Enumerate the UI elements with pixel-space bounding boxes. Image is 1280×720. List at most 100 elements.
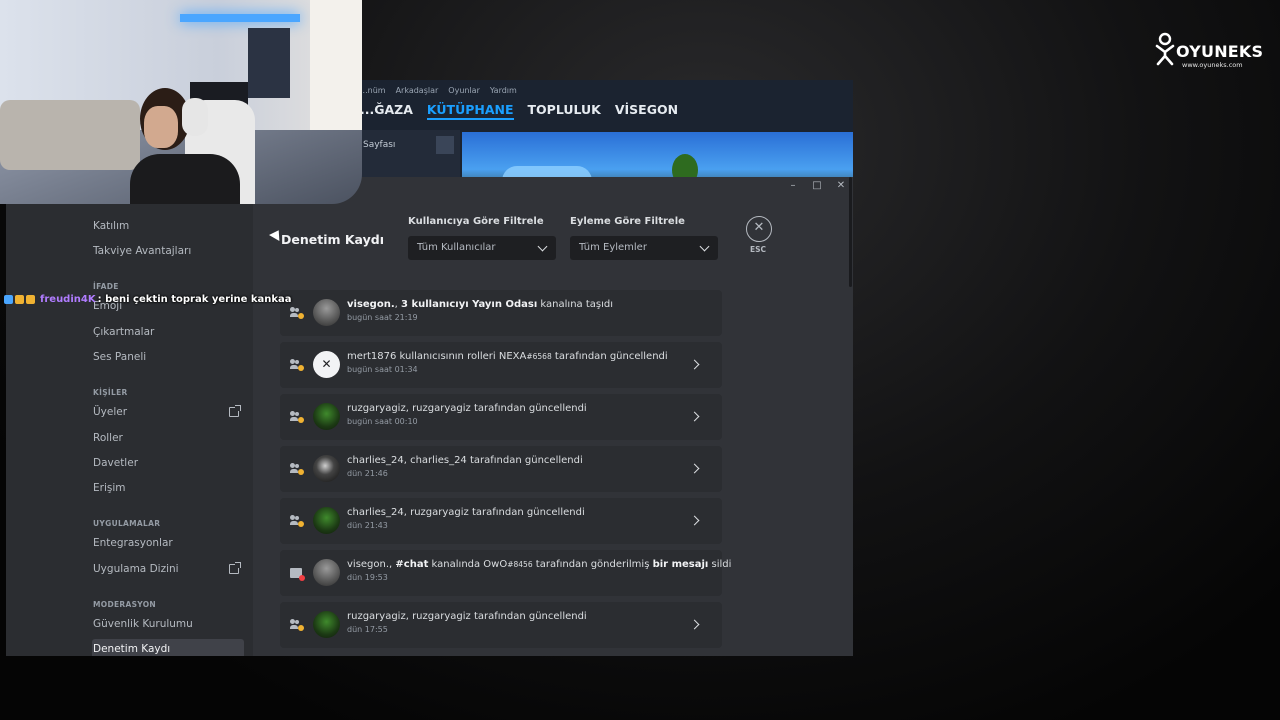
sidebar-item[interactable]: Entegrasyonlar bbox=[92, 533, 244, 553]
maximize-button[interactable]: □ bbox=[805, 177, 829, 195]
sidebar-section-header: UYGULAMALAR bbox=[93, 519, 161, 528]
entry-highlight: #chat bbox=[395, 559, 429, 570]
entry-text: ruzgaryagiz, ruzgaryagiz tarafından günc… bbox=[347, 611, 587, 622]
filter-action-label: Eyleme Göre Filtrele bbox=[570, 216, 685, 227]
sidebar-item[interactable]: Roller bbox=[92, 428, 244, 448]
filter-action-select[interactable]: Tüm Eylemler bbox=[570, 236, 718, 260]
chat-message: : beni çektin toprak yerine kankaa bbox=[97, 294, 292, 305]
audit-log-entry[interactable]: charlies_24, ruzgaryagiz tarafından günc… bbox=[280, 498, 722, 544]
chat-overlay-message: freudin4K : beni çektin toprak yerine ka… bbox=[4, 292, 292, 307]
avatar[interactable] bbox=[313, 351, 340, 378]
entry-highlight: 3 kullanıcıyı Yayın Odası bbox=[401, 299, 538, 310]
tab-community[interactable]: TOPLULUK bbox=[528, 102, 601, 120]
streamer-body bbox=[130, 154, 240, 204]
filter-user-value: Tüm Kullanıcılar bbox=[417, 242, 496, 253]
sidebar-item[interactable]: Denetim Kaydı bbox=[92, 639, 244, 656]
entry-description: charlies_24, ruzgaryagiz tarafından günc… bbox=[347, 507, 585, 518]
sidebar-item[interactable]: Erişim bbox=[92, 478, 244, 498]
audit-log-entry[interactable]: charlies_24, charlies_24 tarafından günc… bbox=[280, 446, 722, 492]
tab-store[interactable]: ...ĞAZA bbox=[360, 102, 413, 120]
entry-text: kanalına taşıdı bbox=[537, 299, 614, 310]
avatar[interactable] bbox=[313, 299, 340, 326]
streamer-face bbox=[144, 106, 178, 148]
page-title: Denetim Kaydı bbox=[281, 232, 384, 247]
status-dot bbox=[298, 625, 304, 631]
user-discriminator: #8456 bbox=[507, 560, 533, 569]
audit-log-entry[interactable]: ruzgaryagiz, ruzgaryagiz tarafından günc… bbox=[280, 394, 722, 440]
sidebar-section-header: MODERASYON bbox=[93, 600, 156, 609]
audit-log-entry[interactable]: ruzgaryagiz, ruzgaryagiz tarafından günc… bbox=[280, 602, 722, 648]
avatar[interactable] bbox=[313, 559, 340, 586]
chevron-right-icon[interactable] bbox=[689, 411, 700, 422]
chevron-down-icon bbox=[537, 241, 548, 252]
status-dot bbox=[298, 417, 304, 423]
entry-text: sildi bbox=[708, 559, 732, 570]
sidebar-item[interactable]: Çıkartmalar bbox=[92, 322, 244, 342]
logo-name: OYUNEKS bbox=[1176, 42, 1264, 61]
logo-url: www.oyuneks.com bbox=[1182, 61, 1243, 69]
entry-text: ruzgaryagiz, ruzgaryagiz tarafından günc… bbox=[347, 403, 587, 414]
user-discriminator: #6568 bbox=[526, 352, 552, 361]
menu-help[interactable]: Yardım bbox=[490, 86, 517, 95]
audit-log-entry[interactable]: mert1876 kullanıcısının rolleri NEXA#656… bbox=[280, 342, 722, 388]
close-button[interactable]: ✕ bbox=[746, 216, 772, 242]
menu-games[interactable]: Oyunlar bbox=[448, 86, 480, 95]
status-dot bbox=[298, 365, 304, 371]
entry-description: visegon., #chat kanalında OwO#8456 taraf… bbox=[347, 559, 731, 570]
sidebar-item[interactable]: Davetler bbox=[92, 453, 244, 473]
chevron-right-icon[interactable] bbox=[689, 515, 700, 526]
external-link-icon bbox=[229, 562, 241, 574]
badge-icon bbox=[26, 295, 35, 304]
sidebar-item[interactable]: Ses Paneli bbox=[92, 347, 244, 367]
filter-action-value: Tüm Eylemler bbox=[579, 242, 647, 253]
window-controls: – □ ✕ bbox=[781, 177, 853, 195]
avatar[interactable] bbox=[313, 611, 340, 638]
steam-menubar: ...nüm Arkadaşlar Oyunlar Yardım bbox=[360, 86, 517, 95]
webcam-overlay bbox=[0, 0, 362, 204]
entry-timestamp: bugün saat 01:34 bbox=[347, 365, 418, 374]
grid-view-icon[interactable] bbox=[436, 136, 454, 154]
chevron-right-icon[interactable] bbox=[689, 463, 700, 474]
brand-logo: OYUNEKS www.oyuneks.com bbox=[1154, 32, 1264, 72]
avatar[interactable] bbox=[313, 507, 340, 534]
library-home-link[interactable]: Sayfası bbox=[363, 140, 395, 150]
logo-figure-icon bbox=[1155, 32, 1175, 66]
chevron-right-icon[interactable] bbox=[689, 619, 700, 630]
audit-log-entry: visegon., #chat kanalında OwO#8456 taraf… bbox=[280, 550, 731, 596]
audit-log-panel: Denetim Kaydı Kullanıcıya Göre Filtrele … bbox=[253, 177, 853, 656]
sidebar-item[interactable]: Uygulama Dizini bbox=[92, 559, 244, 579]
members-update-icon bbox=[290, 358, 304, 371]
entry-timestamp: bugün saat 00:10 bbox=[347, 417, 418, 426]
esc-label: ESC bbox=[750, 245, 767, 254]
avatar[interactable] bbox=[313, 455, 340, 482]
entry-text: tarafından gönderilmiş bbox=[532, 559, 653, 570]
entry-description: charlies_24, charlies_24 tarafından günc… bbox=[347, 455, 583, 466]
members-update-icon bbox=[290, 462, 304, 475]
sidebar-item[interactable]: Katılım bbox=[92, 216, 244, 236]
tab-library[interactable]: KÜTÜPHANE bbox=[426, 102, 514, 120]
chevron-down-icon bbox=[699, 241, 710, 252]
entry-timestamp: dün 19:53 bbox=[347, 573, 388, 582]
entry-text: charlies_24, ruzgaryagiz tarafından günc… bbox=[347, 507, 585, 518]
filter-user-select[interactable]: Tüm Kullanıcılar bbox=[408, 236, 556, 260]
avatar[interactable] bbox=[313, 403, 340, 430]
settings-sidebar: Katılım Takviye Avantajları İFADE Emoji Çıka… bbox=[6, 177, 253, 656]
close-window-button[interactable]: ✕ bbox=[829, 177, 853, 195]
chevron-right-icon[interactable] bbox=[689, 359, 700, 370]
badge-icon bbox=[4, 295, 13, 304]
sidebar-item[interactable]: Üyeler bbox=[92, 402, 244, 422]
cam-window bbox=[310, 0, 362, 130]
filter-user-label: Kullanıcıya Göre Filtrele bbox=[408, 216, 544, 227]
sidebar-item[interactable]: Takviye Avantajları bbox=[92, 241, 244, 261]
menu-view[interactable]: ...nüm bbox=[360, 86, 386, 95]
menu-friends[interactable]: Arkadaşlar bbox=[396, 86, 439, 95]
cam-sofa bbox=[0, 100, 140, 170]
members-update-icon bbox=[290, 618, 304, 631]
minimize-button[interactable]: – bbox=[781, 177, 805, 195]
entry-text: visegon., bbox=[347, 559, 396, 570]
tab-profile[interactable]: VİSEGON bbox=[615, 102, 678, 120]
sidebar-item[interactable]: Güvenlik Kurulumu bbox=[92, 614, 244, 634]
screen: { "steam": { "menu": ["...nüm", "Arkadaş… bbox=[0, 0, 1280, 720]
entry-text: mert1876 kullanıcısının rolleri NEXA bbox=[347, 351, 527, 362]
entry-text: tarafından güncellendi bbox=[551, 351, 668, 362]
